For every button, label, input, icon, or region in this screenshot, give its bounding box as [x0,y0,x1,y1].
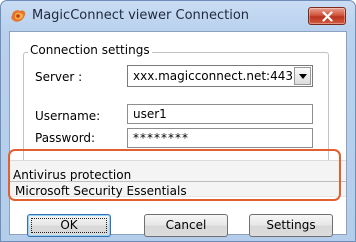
chevron-down-icon [299,74,307,79]
server-value: xxx.magicconnect.net:443 [133,69,294,83]
password-label: Password: [35,131,96,145]
password-field[interactable]: ******** [127,128,313,148]
dialog-content: Connection settings Server : xxx.magicco… [8,31,347,237]
server-combobox[interactable]: xxx.magicconnect.net:443 [127,65,313,87]
connection-settings-legend: Connection settings [28,43,152,57]
focus-rectangle [31,218,107,233]
settings-button[interactable]: Settings [249,214,333,237]
server-label: Server : [35,70,83,84]
antivirus-highlight-frame [8,149,341,201]
magicconnect-logo-icon [11,9,27,24]
settings-button-label: Settings [266,218,316,232]
title-bar[interactable]: MagicConnect viewer Connection [1,1,355,31]
cancel-button[interactable]: Cancel [144,214,228,237]
dialog-window: MagicConnect viewer Connection Connectio… [0,0,356,242]
username-label: Username: [35,109,101,123]
cancel-button-label: Cancel [165,218,207,232]
server-dropdown-button[interactable] [294,67,311,85]
ok-button[interactable]: OK [27,214,111,237]
window-title: MagicConnect viewer Connection [32,8,250,23]
close-button[interactable] [308,7,346,25]
close-icon [322,11,333,22]
username-field[interactable]: user1 [127,104,313,124]
